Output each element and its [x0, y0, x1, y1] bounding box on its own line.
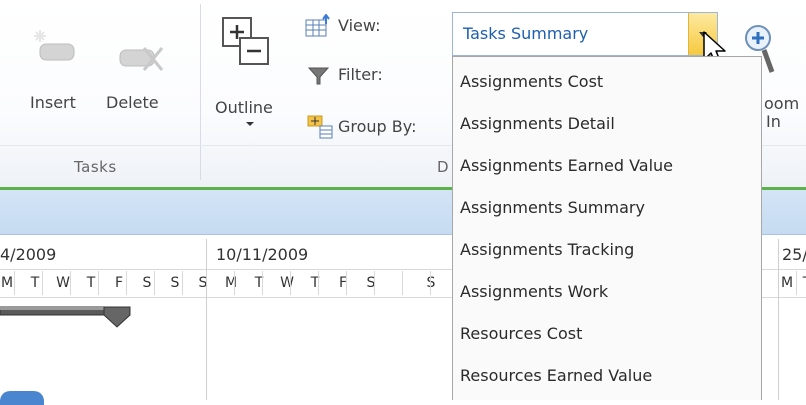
view-select[interactable]: Tasks Summary — [452, 12, 718, 56]
filter-label: Filter: — [338, 65, 383, 84]
day-divider — [234, 271, 235, 295]
view-dropdown-list: Assignments Cost Assignments Detail Assi… — [452, 56, 762, 400]
day-label: F — [338, 275, 348, 291]
group-by-icon — [307, 115, 333, 139]
insert-icon — [34, 30, 75, 61]
day-divider — [98, 271, 99, 295]
group-by-label: Group By: — [338, 117, 417, 136]
day-label: M — [780, 275, 794, 291]
data-group-label: D — [437, 158, 450, 176]
outline-icon — [222, 17, 269, 65]
day-label: T — [796, 275, 806, 291]
day-divider — [70, 271, 71, 295]
day-divider — [430, 271, 431, 295]
delete-button[interactable]: Delete — [106, 18, 172, 118]
insert-label: Insert — [30, 93, 76, 112]
chevron-down-icon — [246, 122, 254, 126]
day-divider — [42, 271, 43, 295]
day-divider — [290, 271, 291, 295]
day-divider — [796, 271, 797, 295]
dropdown-item-assignments-tracking[interactable]: Assignments Tracking — [453, 229, 761, 271]
filter-label-row: Filter: — [304, 62, 424, 92]
dropdown-item-assignments-detail[interactable]: Assignments Detail — [453, 103, 761, 145]
group-separator — [200, 4, 201, 180]
day-label: M — [0, 275, 14, 291]
day-divider — [182, 271, 183, 295]
week-label: 4/2009 — [0, 245, 57, 264]
day-divider — [402, 271, 403, 295]
day-divider — [318, 271, 319, 295]
dropdown-item-resources-cost[interactable]: Resources Cost — [453, 313, 761, 355]
summary-task-bar[interactable] — [0, 301, 140, 331]
week-label: 25/2 — [782, 245, 806, 264]
outline-label: Outline — [215, 98, 273, 117]
day-label: S — [366, 275, 376, 291]
day-divider — [346, 271, 347, 295]
day-label: S — [420, 275, 442, 291]
day-label: W — [280, 275, 294, 291]
delete-icon — [119, 47, 164, 71]
day-divider — [154, 271, 155, 295]
week-divider — [778, 239, 779, 400]
zoom-label-line2: In — [766, 112, 781, 131]
dropdown-item-assignments-work[interactable]: Assignments Work — [453, 271, 761, 313]
insert-button[interactable]: Insert — [26, 18, 92, 118]
dropdown-item-resources-earned-value[interactable]: Resources Earned Value — [453, 355, 761, 397]
day-label: T — [310, 275, 320, 291]
delete-label: Delete — [106, 93, 159, 112]
group-by-label-row: Group By: — [304, 112, 454, 142]
view-select-value: Tasks Summary — [463, 24, 589, 43]
week-divider — [206, 239, 207, 400]
indicator-shape — [0, 391, 44, 405]
day-divider — [126, 271, 127, 295]
day-divider — [262, 271, 263, 295]
dropdown-item-assignments-cost[interactable]: Assignments Cost — [453, 61, 761, 103]
day-divider — [374, 271, 375, 295]
day-divider — [14, 271, 15, 295]
day-label: M — [224, 275, 238, 291]
view-table-icon — [305, 14, 330, 37]
dropdown-item-assignments-earned-value[interactable]: Assignments Earned Value — [453, 145, 761, 187]
view-label-row: View: — [304, 12, 424, 42]
day-label: S — [198, 275, 208, 291]
week-label: 10/11/2009 — [216, 245, 309, 264]
day-label: T — [254, 275, 264, 291]
filter-icon — [308, 67, 330, 85]
zoom-label-line1: oom — [764, 94, 800, 113]
outline-button[interactable]: Outline — [212, 12, 288, 132]
tasks-group-label: Tasks — [74, 158, 117, 176]
view-label: View: — [338, 16, 381, 35]
dropdown-item-assignments-summary[interactable]: Assignments Summary — [453, 187, 761, 229]
